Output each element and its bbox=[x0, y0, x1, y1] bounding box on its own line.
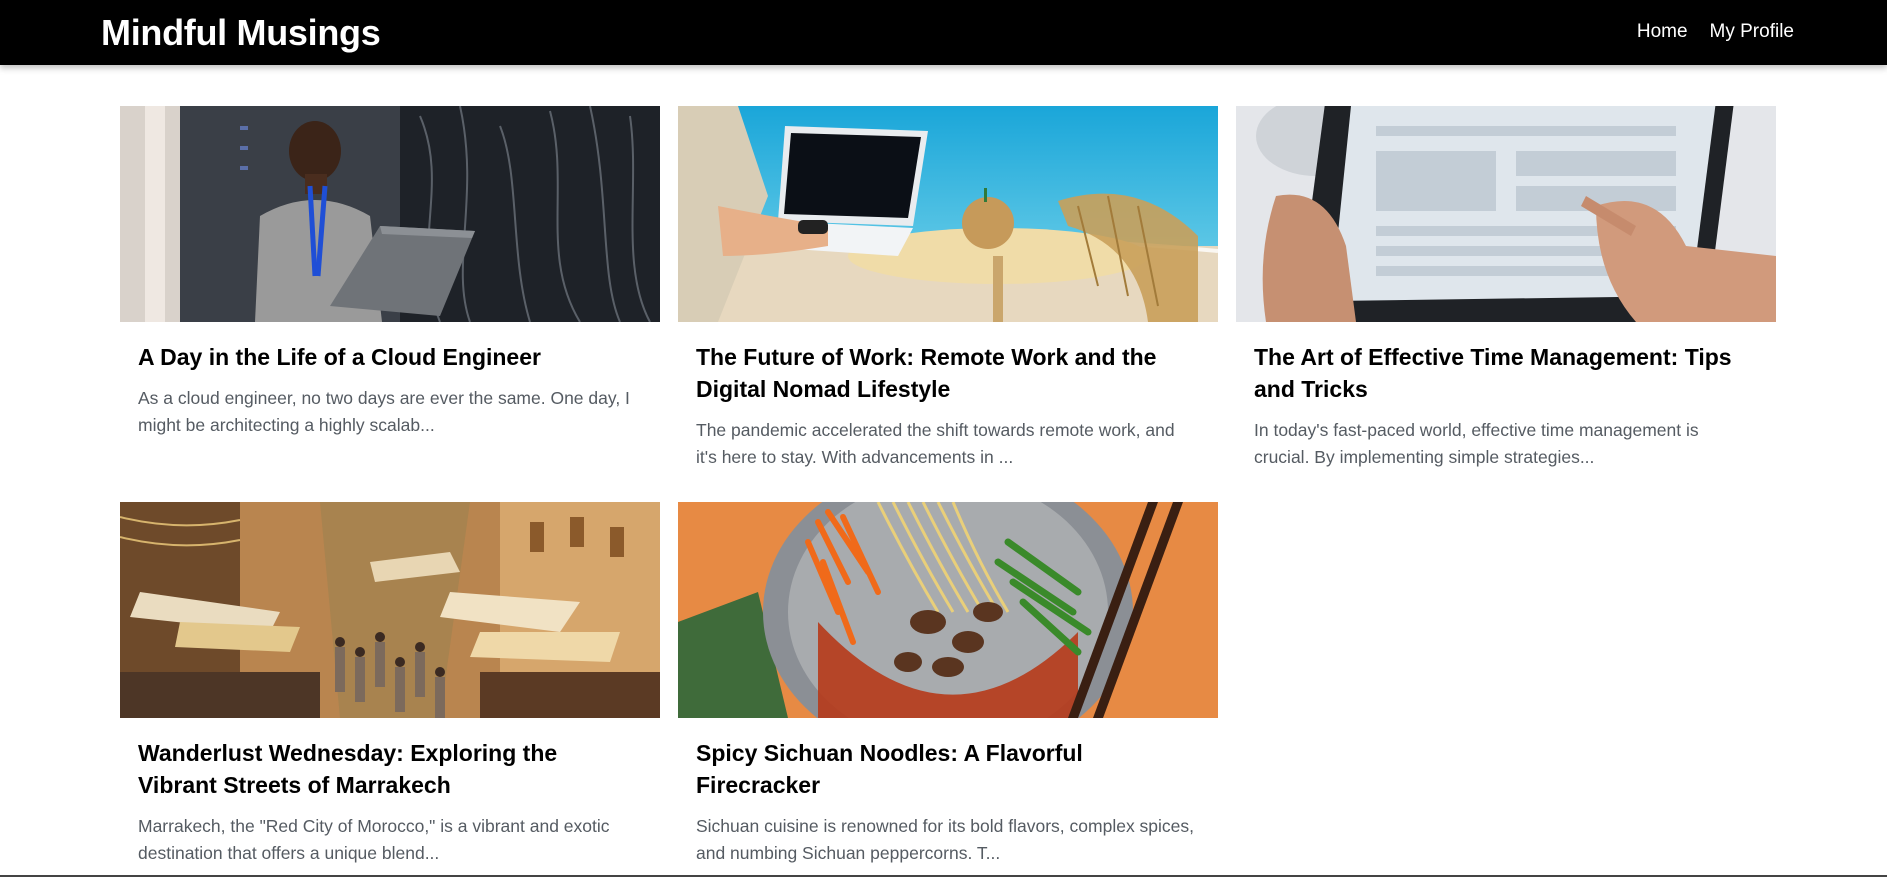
nav-links: Home My Profile bbox=[1637, 21, 1794, 43]
nav-my-profile-link[interactable]: My Profile bbox=[1710, 21, 1794, 43]
cloud-engineer-image[interactable] bbox=[120, 106, 660, 322]
tablet-hands-photo bbox=[1236, 106, 1776, 322]
post-card[interactable]: The Art of Effective Time Management: Ti… bbox=[1236, 106, 1776, 471]
post-title[interactable]: The Future of Work: Remote Work and the … bbox=[696, 341, 1200, 405]
post-title[interactable]: The Art of Effective Time Management: Ti… bbox=[1254, 341, 1758, 405]
marrakech-market-photo bbox=[120, 502, 660, 718]
nav-home-link[interactable]: Home bbox=[1637, 21, 1688, 43]
beach-laptop-image[interactable] bbox=[678, 106, 1218, 322]
site-brand[interactable]: Mindful Musings bbox=[101, 12, 381, 54]
post-card[interactable]: A Day in the Life of a Cloud Engineer As… bbox=[120, 106, 660, 439]
post-excerpt: In today's fast-paced world, effective t… bbox=[1254, 420, 1699, 467]
post-title[interactable]: Spicy Sichuan Noodles: A Flavorful Firec… bbox=[696, 737, 1200, 801]
post-excerpt: The pandemic accelerated the shift towar… bbox=[696, 420, 1175, 467]
beach-laptop-photo bbox=[678, 106, 1218, 322]
post-card[interactable]: Spicy Sichuan Noodles: A Flavorful Firec… bbox=[678, 502, 1218, 867]
cloud-engineer-photo bbox=[120, 106, 660, 322]
post-excerpt: Marrakech, the "Red City of Morocco," is… bbox=[138, 816, 610, 863]
tablet-hands-image[interactable] bbox=[1236, 106, 1776, 322]
marrakech-market-image[interactable] bbox=[120, 502, 660, 718]
post-excerpt: As a cloud engineer, no two days are eve… bbox=[138, 388, 630, 435]
top-navbar: Mindful Musings Home My Profile bbox=[0, 0, 1887, 65]
post-card[interactable]: The Future of Work: Remote Work and the … bbox=[678, 106, 1218, 471]
post-title[interactable]: Wanderlust Wednesday: Exploring the Vibr… bbox=[138, 737, 642, 801]
sichuan-noodles-photo bbox=[678, 502, 1218, 718]
sichuan-noodles-image[interactable] bbox=[678, 502, 1218, 718]
post-card[interactable]: Wanderlust Wednesday: Exploring the Vibr… bbox=[120, 502, 660, 867]
post-title[interactable]: A Day in the Life of a Cloud Engineer bbox=[138, 341, 642, 373]
post-excerpt: Sichuan cuisine is renowned for its bold… bbox=[696, 816, 1195, 863]
